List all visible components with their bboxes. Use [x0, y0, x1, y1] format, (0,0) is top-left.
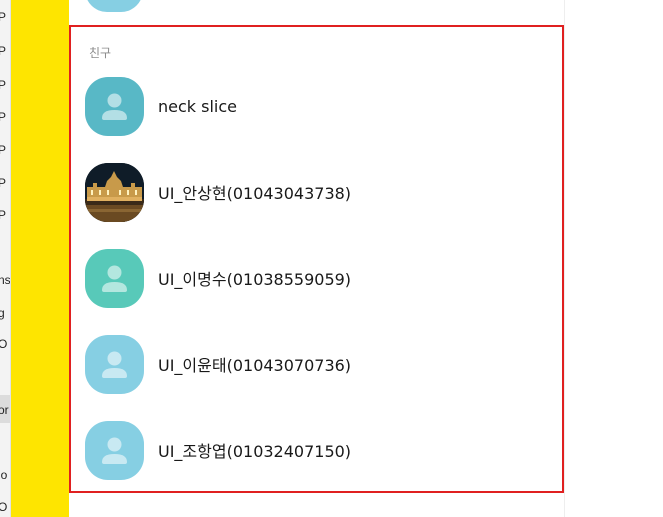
background-text: O — [0, 500, 7, 514]
background-text: P — [0, 208, 6, 222]
background-text: lo — [0, 468, 8, 482]
default-profile-icon — [85, 334, 144, 394]
friend-item[interactable]: UI_안상현(01043043738) — [85, 161, 545, 223]
default-profile-icon — [85, 420, 144, 480]
friend-item[interactable]: neck slice — [85, 75, 545, 137]
background-text: O — [0, 337, 7, 351]
section-title: 친구 — [89, 46, 112, 60]
background-window-strip: P P P P P P P ns g O or lo O — [0, 0, 11, 517]
friend-name: neck slice — [158, 96, 237, 116]
friend-name: UI_이윤태(01043070736) — [158, 356, 352, 375]
background-text: P — [0, 176, 6, 190]
friend-name: UI_이명수(01038559059) — [158, 270, 352, 289]
background-text: P — [0, 110, 6, 124]
background-text: g — [0, 306, 5, 320]
photo-parliament-night — [85, 162, 144, 222]
friend-item[interactable]: UI_조항엽(01032407150) — [85, 419, 545, 481]
default-profile-icon — [85, 76, 144, 136]
friend-name: UI_조항엽(01032407150) — [158, 442, 352, 461]
kakaotalk-window: P P P P P P P ns g O or lo O 친구 nec — [0, 0, 663, 517]
background-text: ns — [0, 273, 11, 287]
default-profile-icon — [85, 248, 144, 308]
friend-item[interactable]: UI_이명수(01038559059) — [85, 247, 545, 309]
background-text: or — [0, 403, 9, 417]
friends-section: 친구 neck slice UI_안상현(01043043738) UI_이명수… — [69, 25, 564, 493]
background-text: P — [0, 44, 6, 58]
friend-item[interactable]: UI_이윤태(01043070736) — [85, 333, 545, 395]
friend-list-pane[interactable]: 친구 neck slice UI_안상현(01043043738) UI_이명수… — [69, 0, 564, 517]
background-text: P — [0, 143, 6, 157]
background-text: P — [0, 78, 6, 92]
profile-avatar-partial[interactable] — [85, 0, 143, 12]
friend-name: UI_안상현(01043043738) — [158, 184, 352, 203]
background-text: P — [0, 10, 6, 24]
right-panel — [564, 0, 663, 517]
sidebar-rail — [11, 0, 69, 517]
